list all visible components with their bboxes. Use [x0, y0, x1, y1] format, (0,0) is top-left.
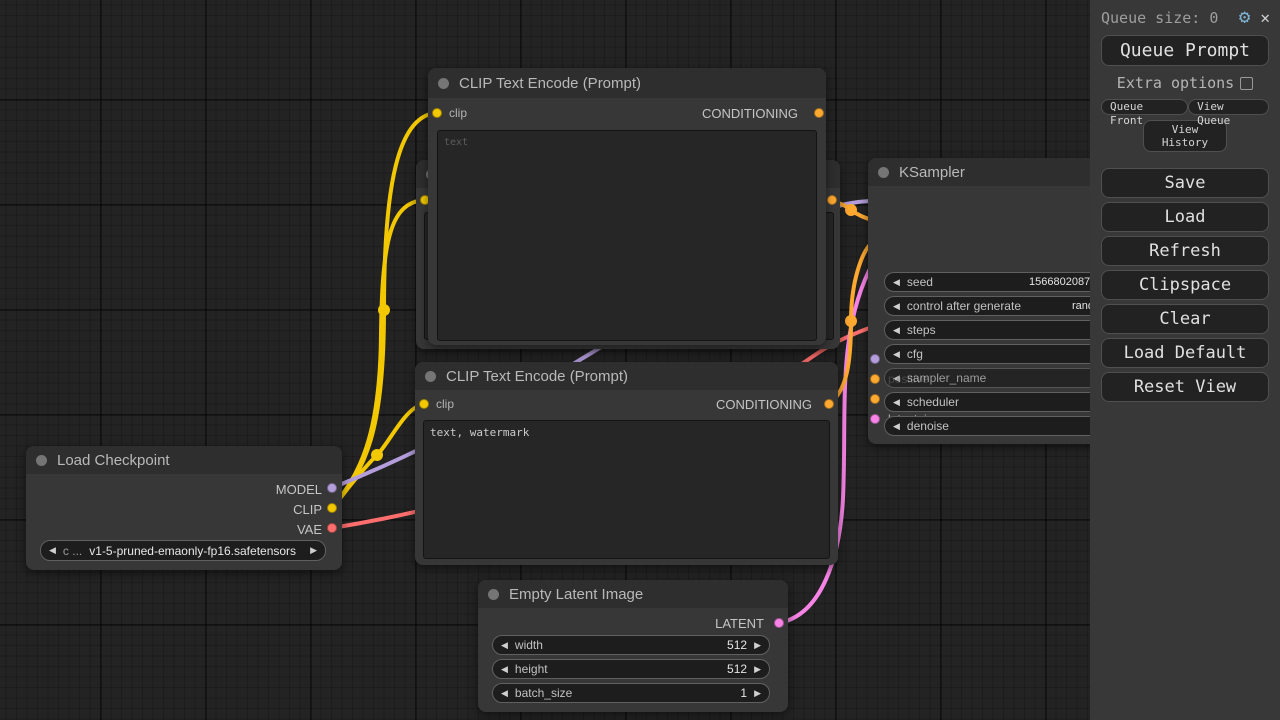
- save-button[interactable]: Save: [1101, 168, 1269, 198]
- widget-label: height: [515, 662, 548, 676]
- node-title: CLIP Text Encode (Prompt): [459, 75, 641, 92]
- conditioning-output-port[interactable]: [814, 108, 824, 118]
- widget-label: steps: [907, 323, 936, 337]
- negative-prompt-text: text, watermark: [430, 426, 529, 439]
- refresh-button[interactable]: Refresh: [1101, 236, 1269, 266]
- latent-image-input-port[interactable]: [870, 414, 880, 424]
- latent-output-label: LATENT: [715, 616, 764, 631]
- queue-size-label: Queue size: 0: [1101, 9, 1218, 27]
- prompt-textarea[interactable]: text: [437, 130, 817, 341]
- node-title: Empty Latent Image: [509, 586, 643, 603]
- node-title-bar[interactable]: CLIP Text Encode (Prompt): [415, 362, 838, 390]
- node-title: Load Checkpoint: [57, 452, 170, 469]
- reroute-dot[interactable]: [371, 449, 383, 461]
- node-title-bar[interactable]: Load Checkpoint: [26, 446, 342, 474]
- increment-icon[interactable]: ▶: [754, 641, 761, 650]
- vae-output-label: VAE: [297, 522, 322, 537]
- batch-size-widget[interactable]: ◀ batch_size 1 ▶: [492, 683, 770, 703]
- extra-options-label: Extra options: [1117, 74, 1234, 92]
- clip-input-port[interactable]: [419, 399, 429, 409]
- control-sidebar: Queue size: 0 ⚙ ✕ Queue Prompt Extra opt…: [1090, 0, 1280, 720]
- ckpt-name-widget[interactable]: ◀ c ... v1-5-pruned-emaonly-fp16.safeten…: [40, 540, 326, 561]
- wire-clip-to-hidden-encoder: [332, 200, 424, 508]
- queue-prompt-button[interactable]: Queue Prompt: [1101, 35, 1269, 66]
- collapse-dot-icon[interactable]: [425, 371, 436, 382]
- queue-front-button[interactable]: Queue Front: [1101, 99, 1188, 115]
- widget-label: control after generate: [907, 299, 1021, 313]
- node-title: CLIP Text Encode (Prompt): [446, 368, 628, 385]
- decrement-icon[interactable]: ◀: [893, 350, 900, 359]
- decrement-icon[interactable]: ◀: [893, 374, 900, 383]
- widget-label: cfg: [907, 347, 923, 361]
- widget-value: 512: [727, 638, 747, 652]
- decrement-icon[interactable]: ◀: [893, 326, 900, 335]
- node-load-checkpoint[interactable]: Load Checkpoint MODEL CLIP VAE ◀ c ... v…: [26, 446, 342, 570]
- decrement-icon[interactable]: ◀: [893, 398, 900, 407]
- widget-label: denoise: [907, 419, 949, 433]
- conditioning-output-label: CONDITIONING: [716, 397, 812, 412]
- node-empty-latent-image[interactable]: Empty Latent Image LATENT ◀ width 512 ▶ …: [478, 580, 788, 712]
- collapse-dot-icon[interactable]: [36, 455, 47, 466]
- prev-option-icon[interactable]: ◀: [49, 546, 56, 555]
- width-widget[interactable]: ◀ width 512 ▶: [492, 635, 770, 655]
- decrement-icon[interactable]: ◀: [893, 302, 900, 311]
- seed-value: 1566802087: [1029, 276, 1090, 288]
- decrement-icon[interactable]: ◀: [501, 689, 508, 698]
- node-clip-text-encode-negative[interactable]: CLIP Text Encode (Prompt) clip CONDITION…: [415, 362, 838, 565]
- load-default-button[interactable]: Load Default: [1101, 338, 1269, 368]
- conditioning-output-label: CONDITIONING: [702, 106, 798, 121]
- clip-input-port[interactable]: [432, 108, 442, 118]
- widget-label: sampler_name: [907, 371, 986, 385]
- widget-value: 512: [727, 662, 747, 676]
- load-button[interactable]: Load: [1101, 202, 1269, 232]
- widget-label: scheduler: [907, 395, 959, 409]
- node-clip-text-encode-top[interactable]: CLIP Text Encode (Prompt) clip CONDITION…: [428, 68, 826, 345]
- next-option-icon[interactable]: ▶: [310, 546, 317, 555]
- decrement-icon[interactable]: ◀: [501, 665, 508, 674]
- latent-output-port[interactable]: [774, 618, 784, 628]
- conditioning-output-port[interactable]: [824, 399, 834, 409]
- node-title-bar[interactable]: CLIP Text Encode (Prompt): [428, 68, 826, 98]
- clip-input-label: clip: [436, 397, 454, 411]
- positive-input-port[interactable]: [870, 374, 880, 384]
- collapse-dot-icon[interactable]: [488, 589, 499, 600]
- model-output-label: MODEL: [276, 482, 322, 497]
- ckpt-name-value: v1-5-pruned-emaonly-fp16.safetensors: [89, 544, 296, 558]
- increment-icon[interactable]: ▶: [754, 689, 761, 698]
- textarea-placeholder: text: [444, 137, 468, 148]
- decrement-icon[interactable]: ◀: [893, 278, 900, 287]
- reroute-dot[interactable]: [845, 315, 857, 327]
- height-widget[interactable]: ◀ height 512 ▶: [492, 659, 770, 679]
- widget-label: c ...: [63, 544, 82, 558]
- widget-label: width: [515, 638, 543, 652]
- reroute-dot[interactable]: [378, 304, 390, 316]
- reroute-dot[interactable]: [845, 204, 857, 216]
- settings-gear-icon[interactable]: ⚙: [1239, 8, 1250, 27]
- close-icon[interactable]: ✕: [1260, 10, 1270, 26]
- negative-input-port[interactable]: [870, 394, 880, 404]
- clipspace-button[interactable]: Clipspace: [1101, 270, 1269, 300]
- model-input-port[interactable]: [870, 354, 880, 364]
- widget-label: batch_size: [515, 686, 572, 700]
- model-output-port[interactable]: [327, 483, 337, 493]
- node-title: KSampler: [899, 164, 965, 181]
- node-title-bar[interactable]: Empty Latent Image: [478, 580, 788, 608]
- decrement-icon[interactable]: ◀: [893, 422, 900, 431]
- view-queue-button[interactable]: View Queue: [1188, 99, 1269, 115]
- extra-options-checkbox[interactable]: [1240, 77, 1253, 90]
- clip-output-port[interactable]: [327, 503, 337, 513]
- prompt-textarea[interactable]: text, watermark: [423, 420, 830, 559]
- widget-value: 1: [740, 686, 747, 700]
- conditioning-output-port[interactable]: [827, 195, 837, 205]
- increment-icon[interactable]: ▶: [754, 665, 761, 674]
- widget-label: seed: [907, 275, 933, 289]
- decrement-icon[interactable]: ◀: [501, 641, 508, 650]
- clip-output-label: CLIP: [293, 502, 322, 517]
- collapse-dot-icon[interactable]: [438, 78, 449, 89]
- collapse-dot-icon[interactable]: [878, 167, 889, 178]
- reset-view-button[interactable]: Reset View: [1101, 372, 1269, 402]
- vae-output-port[interactable]: [327, 523, 337, 533]
- clear-button[interactable]: Clear: [1101, 304, 1269, 334]
- clip-input-label: clip: [449, 106, 467, 120]
